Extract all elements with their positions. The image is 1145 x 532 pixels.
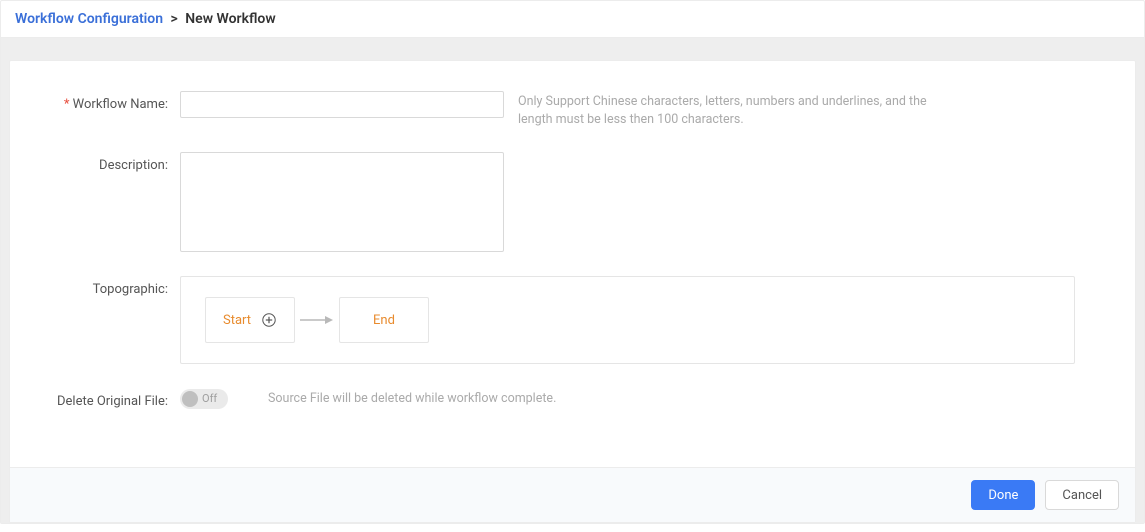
breadcrumb: Workflow Configuration > New Workflow: [1, 1, 1144, 38]
breadcrumb-link-workflow-config[interactable]: Workflow Configuration: [15, 11, 163, 27]
workflow-name-hint: Only Support Chinese characters, letters…: [518, 91, 948, 128]
breadcrumb-current: New Workflow: [185, 11, 275, 27]
form-footer: Done Cancel: [10, 467, 1135, 522]
done-button[interactable]: Done: [971, 480, 1035, 510]
topographic-canvas: Start: [180, 276, 1075, 364]
delete-original-toggle[interactable]: Off: [180, 389, 228, 409]
toggle-knob: [182, 391, 198, 407]
workflow-name-input[interactable]: [180, 91, 504, 118]
description-input[interactable]: [180, 152, 504, 252]
cancel-button[interactable]: Cancel: [1045, 480, 1119, 510]
arrow-right-icon: [295, 314, 339, 326]
description-label: Description:: [50, 152, 180, 252]
topographic-label: Topographic:: [50, 276, 180, 364]
topo-node-start[interactable]: Start: [205, 297, 295, 343]
breadcrumb-separator: >: [167, 11, 182, 27]
toggle-state-label: Off: [202, 392, 217, 405]
topo-node-start-label: Start: [223, 313, 251, 328]
delete-original-hint: Source File will be deleted while workfl…: [268, 390, 556, 408]
plus-circle-icon[interactable]: [261, 312, 277, 328]
topo-node-end[interactable]: End: [339, 297, 429, 343]
workflow-name-label: Workflow Name:: [50, 91, 180, 128]
topo-node-end-label: End: [373, 313, 395, 328]
delete-original-label: Delete Original File:: [50, 388, 180, 409]
